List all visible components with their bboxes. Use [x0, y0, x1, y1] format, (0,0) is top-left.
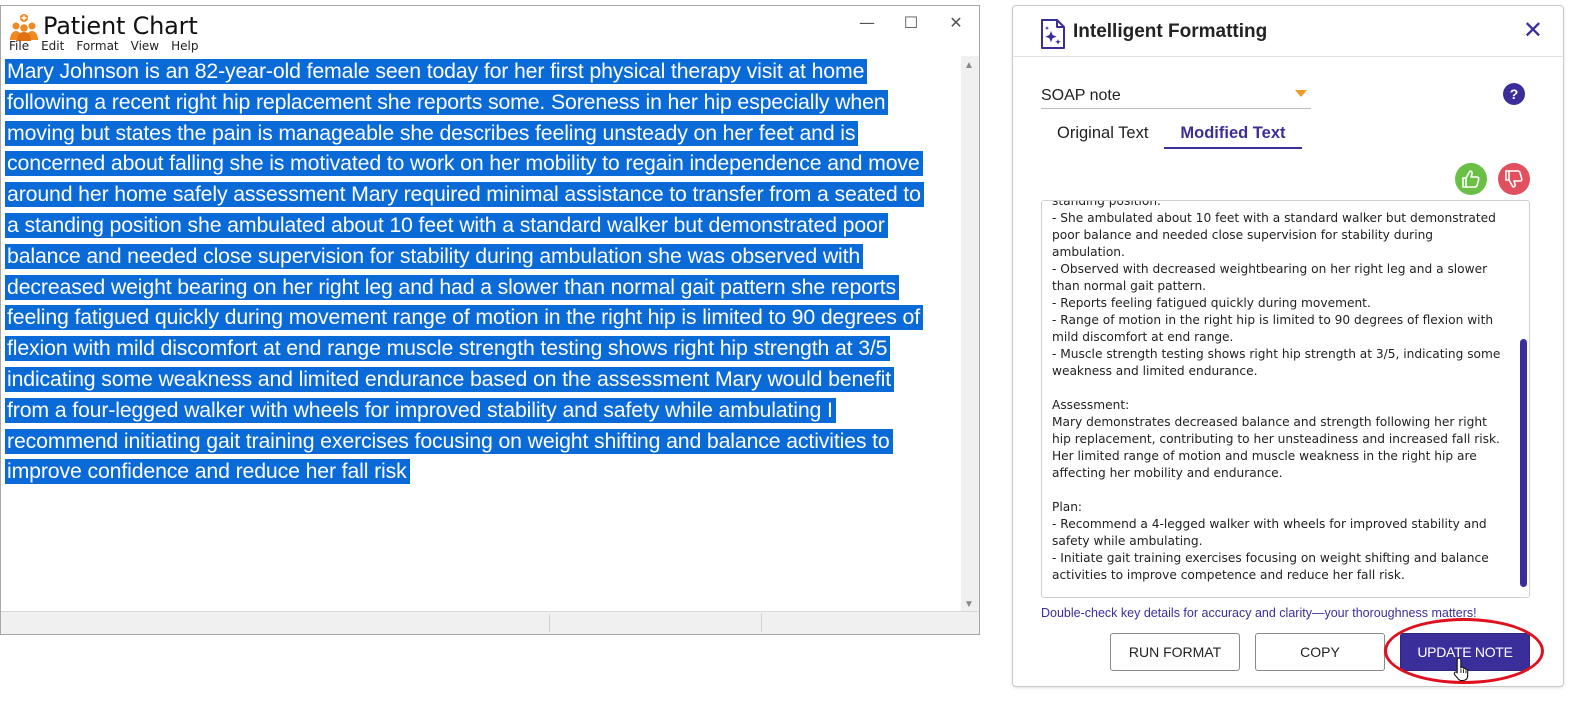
close-window-button[interactable]: ✕ [936, 10, 976, 36]
status-bar [1, 611, 979, 634]
text-line: flexion with mild discomfort at end rang… [5, 336, 891, 362]
note-type-dropdown[interactable]: SOAP note [1041, 86, 1311, 109]
menu-file[interactable]: File [9, 39, 29, 55]
text-line: feeling fatigued quickly during movement… [5, 305, 923, 331]
text-tabs: Original Text Modified Text [1041, 118, 1302, 156]
close-icon[interactable]: ✕ [1523, 18, 1543, 42]
note-text-area[interactable]: Mary Johnson is an 82-year-old female se… [5, 56, 960, 612]
modified-text-scrollbar[interactable] [1520, 339, 1527, 587]
scroll-up-icon[interactable]: ▲ [964, 60, 974, 71]
intelligent-formatting-panel: Intelligent Formatting ✕ SOAP note ? Ori… [1012, 5, 1564, 687]
text-line: indicating some weakness and limited end… [5, 366, 895, 392]
maximize-button[interactable]: ☐ [891, 10, 931, 36]
text-line: decreased weight bearing on her right le… [5, 274, 900, 300]
title-bar: Patient Chart — ☐ ✕ [1, 6, 979, 41]
chevron-down-icon[interactable] [1295, 90, 1307, 97]
scroll-down-icon[interactable]: ▼ [964, 599, 974, 610]
vertical-scrollbar[interactable]: ▲ ▼ [961, 56, 979, 612]
copy-button[interactable]: COPY [1255, 633, 1385, 671]
accuracy-disclaimer: Double-check key details for accuracy an… [1041, 606, 1477, 620]
menu-format[interactable]: Format [76, 39, 118, 55]
status-divider [549, 614, 550, 632]
menu-view[interactable]: View [131, 39, 159, 55]
text-line: recommend initiating gait training exerc… [5, 428, 893, 454]
sparkle-document-icon [1041, 19, 1065, 49]
minimize-button[interactable]: — [847, 10, 887, 36]
run-format-button[interactable]: RUN FORMAT [1110, 633, 1240, 671]
text-line: from a four-legged walker with wheels fo… [5, 397, 836, 423]
text-line: improve confidence and reduce her fall r… [5, 459, 410, 485]
text-line: Mary Johnson is an 82-year-old female se… [5, 59, 868, 84]
menu-bar: File Edit Format View Help [9, 39, 198, 55]
tab-original-text[interactable]: Original Text [1041, 118, 1164, 149]
thumbs-up-icon [1462, 170, 1480, 188]
thumbs-down-button[interactable] [1498, 163, 1530, 195]
panel-header: Intelligent Formatting ✕ [1013, 6, 1563, 57]
modified-text-box[interactable]: standing position. - She ambulated about… [1041, 200, 1530, 598]
text-line: around her home safely assessment Mary r… [5, 182, 924, 208]
thumbs-down-icon [1505, 170, 1523, 188]
status-divider [761, 614, 762, 632]
menu-edit[interactable]: Edit [41, 39, 64, 55]
text-line: moving but states the pain is manageable… [5, 120, 859, 146]
text-line: following a recent right hip replacement… [5, 89, 889, 115]
note-type-value: SOAP note [1041, 87, 1121, 104]
modified-note-text[interactable]: standing position. - She ambulated about… [1052, 201, 1508, 584]
thumbs-up-button[interactable] [1455, 163, 1487, 195]
tab-modified-text[interactable]: Modified Text [1164, 118, 1302, 149]
window-title: Patient Chart [43, 12, 198, 40]
selected-note-text[interactable]: Mary Johnson is an 82-year-old female se… [5, 56, 955, 487]
help-icon[interactable]: ? [1503, 83, 1525, 105]
text-line: concerned about falling she is motivated… [5, 151, 923, 177]
text-line: balance and needed close supervision for… [5, 243, 864, 269]
patient-chart-app-icon [10, 14, 38, 41]
patient-chart-window: Patient Chart — ☐ ✕ File Edit Format Vie… [0, 5, 980, 635]
menu-help[interactable]: Help [171, 39, 198, 55]
hand-pointer-cursor-icon [1453, 657, 1469, 682]
panel-title: Intelligent Formatting [1073, 21, 1268, 42]
text-line: a standing position she ambulated about … [5, 212, 888, 238]
